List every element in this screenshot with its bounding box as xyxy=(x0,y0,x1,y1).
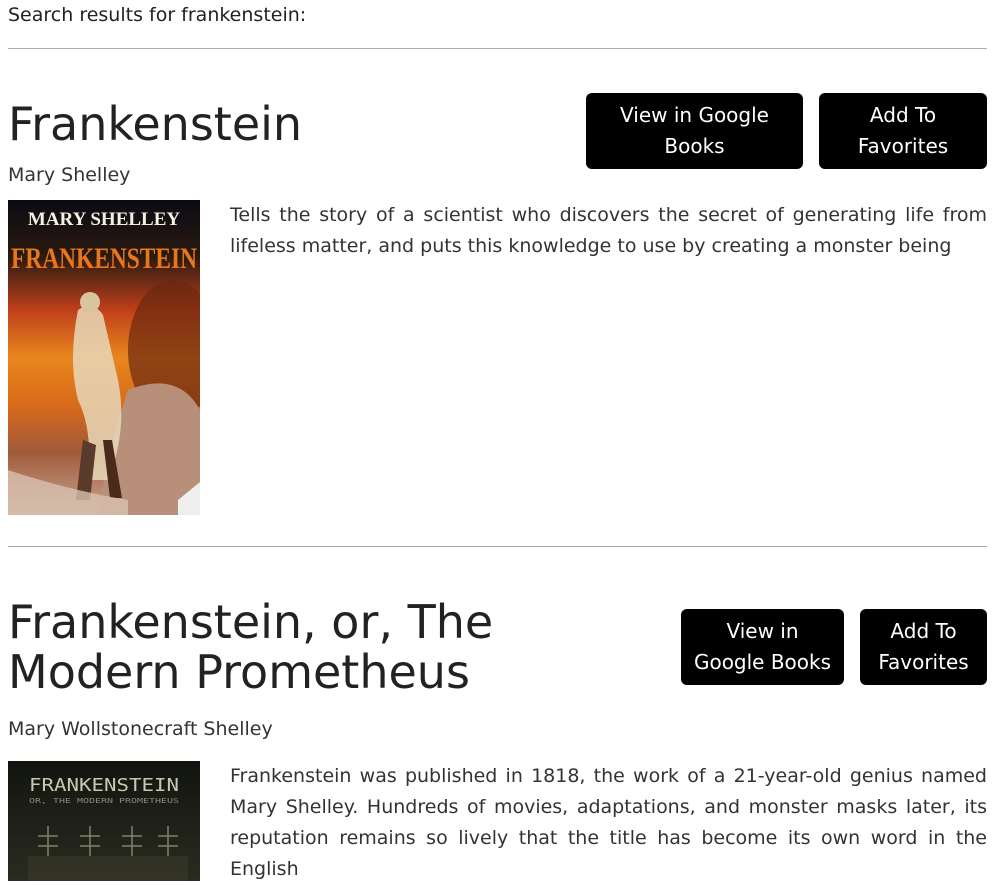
cover-author-text: MARY SHELLEY xyxy=(28,209,181,230)
book-actions: View in Google Books Add To Favorites xyxy=(681,609,987,685)
search-results-heading: Search results for frankenstein: xyxy=(8,4,307,26)
book-result: Frankenstein, or, The Modern Prometheus … xyxy=(8,547,987,885)
book-result-body: FRANKENSTEIN OR, THE MODERN PROMETHEUS F… xyxy=(8,761,987,885)
book-actions: View in Google Books Add To Favorites xyxy=(586,93,987,169)
book-result-body: MARY SHELLEY FRANKENSTEIN Tells the stor… xyxy=(8,200,987,515)
book-title: Frankenstein, or, The Modern Prometheus xyxy=(8,595,494,699)
search-results-page: Search results for frankenstein: Franken… xyxy=(0,0,998,885)
book-result: Frankenstein View in Google Books Add To… xyxy=(8,49,987,515)
add-to-favorites-button[interactable]: Add To Favorites xyxy=(819,93,987,169)
view-in-google-books-button[interactable]: View in Google Books xyxy=(681,609,844,685)
book-result-header: Frankenstein View in Google Books Add To… xyxy=(8,93,987,169)
cover-title-text: FRANKENSTEIN xyxy=(11,242,197,275)
view-in-google-books-button[interactable]: View in Google Books xyxy=(586,93,803,169)
add-to-favorites-button[interactable]: Add To Favorites xyxy=(860,609,987,685)
book-cover-image: FRANKENSTEIN OR, THE MODERN PROMETHEUS xyxy=(8,761,200,881)
book-author: Mary Wollstonecraft Shelley xyxy=(8,718,273,740)
cover-subtitle-text: OR, THE MODERN PROMETHEUS xyxy=(29,797,179,805)
book-title: Frankenstein xyxy=(8,97,303,151)
book-cover-image: MARY SHELLEY FRANKENSTEIN xyxy=(8,200,200,515)
book-description: Tells the story of a scientist who disco… xyxy=(230,204,987,257)
book-result-header: Frankenstein, or, The Modern Prometheus … xyxy=(8,595,987,699)
book-description: Frankenstein was published in 1818, the … xyxy=(230,765,987,880)
cover-title-text: FRANKENSTEIN xyxy=(29,775,179,796)
